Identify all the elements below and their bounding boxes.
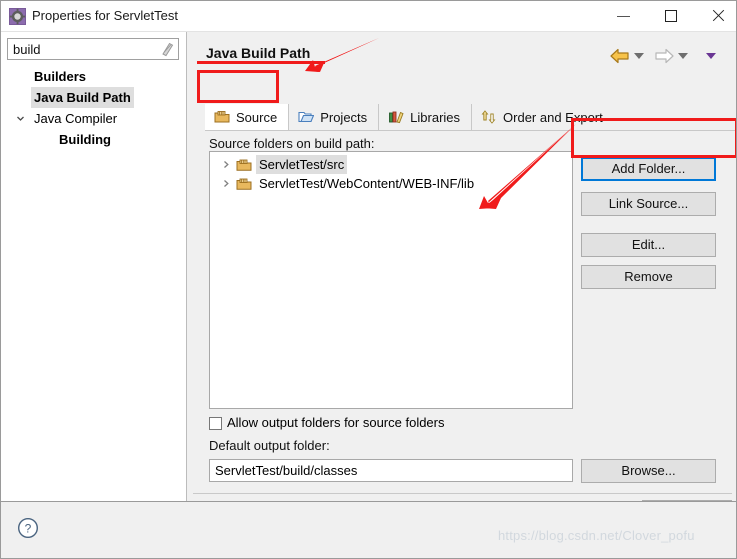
close-icon [711, 9, 725, 23]
expand-chevron-right-icon[interactable] [220, 155, 232, 174]
source-folders-list[interactable]: ServletTest/src ServletTest/WebContent/W… [209, 151, 573, 409]
page-title: Java Build Path [206, 45, 311, 61]
maximize-icon [664, 10, 677, 22]
sidebar-item-java-compiler[interactable]: Java Compiler [1, 108, 187, 129]
minimize-icon [617, 15, 630, 17]
sidebar-item-builders[interactable]: Builders [1, 66, 187, 87]
more-menu-chevron-down-icon[interactable] [706, 53, 716, 59]
sidebar-item-label: Java Build Path [31, 87, 134, 108]
list-item[interactable]: ServletTest/src [210, 155, 572, 174]
checkbox-label: Allow output folders for source folders [227, 415, 445, 430]
list-item[interactable]: ServletTest/WebContent/WEB-INF/lib [210, 174, 572, 193]
link-source-button[interactable]: Link Source... [581, 192, 716, 216]
apply-separator [193, 493, 732, 494]
maximize-button[interactable] [648, 1, 693, 31]
filter-input[interactable]: build [13, 42, 40, 57]
properties-dialog: Properties for ServletTest build Builder… [0, 0, 737, 559]
default-output-folder-label: Default output folder: [209, 438, 330, 453]
svg-text:?: ? [25, 522, 32, 536]
java-build-path-page: Java Build Path Source Projects Librarie… [187, 32, 736, 529]
books-icon [388, 109, 404, 125]
sidebar-item-label: Java Compiler [34, 111, 118, 126]
close-button[interactable] [695, 1, 736, 31]
checkbox-icon[interactable] [209, 417, 222, 430]
page-navigation [610, 46, 730, 68]
tab-projects[interactable]: Projects [289, 104, 380, 130]
tabs-underline [205, 130, 735, 131]
settings-tree: Builders Java Build Path Java Compiler B… [1, 66, 187, 150]
expand-chevron-right-icon[interactable] [220, 174, 232, 193]
browse-button[interactable]: Browse... [581, 459, 716, 483]
add-folder-button[interactable]: Add Folder... [581, 157, 716, 181]
title-bar: Properties for ServletTest [1, 1, 736, 32]
minimize-button[interactable] [601, 1, 646, 31]
source-folders-label: Source folders on build path: [209, 136, 375, 151]
default-output-folder-input[interactable]: ServletTest/build/classes [209, 459, 573, 482]
default-output-folder-value: ServletTest/build/classes [215, 463, 358, 478]
sidebar-item-label: Builders [34, 69, 87, 84]
sidebar-item-label: Building [59, 132, 111, 147]
package-folder-icon [214, 109, 230, 125]
help-question-icon[interactable]: ? [17, 517, 39, 539]
list-item-label: ServletTest/WebContent/WEB-INF/lib [259, 176, 475, 191]
eclipse-properties-icon [9, 8, 26, 25]
order-arrows-icon [481, 109, 497, 125]
remove-button[interactable]: Remove [581, 265, 716, 289]
back-arrow-icon[interactable] [610, 47, 630, 65]
forward-menu-chevron-down-icon[interactable] [678, 53, 688, 59]
edit-button[interactable]: Edit... [581, 233, 716, 257]
package-folder-icon [236, 176, 252, 192]
tab-label: Source [236, 109, 278, 125]
back-menu-chevron-down-icon[interactable] [634, 53, 644, 59]
tab-label: Order and Export [503, 109, 603, 125]
settings-sidebar: build Builders Java Build Path Java Comp… [1, 32, 187, 529]
dialog-footer: ? OK Cancel [1, 501, 736, 558]
tab-libraries[interactable]: Libraries [379, 104, 473, 130]
sidebar-item-java-build-path[interactable]: Java Build Path [1, 87, 187, 108]
list-item-label: ServletTest/src [256, 155, 348, 174]
tab-label: Projects [320, 109, 368, 125]
clear-filter-icon[interactable] [160, 42, 174, 57]
tab-label: Libraries [410, 109, 461, 125]
chevron-down-icon[interactable] [14, 108, 26, 129]
build-path-tabs: Source Projects Libraries Order and Expo… [205, 104, 614, 130]
window-title: Properties for ServletTest [32, 8, 178, 23]
package-folder-icon [236, 157, 252, 173]
forward-arrow-icon[interactable] [654, 47, 674, 65]
sidebar-item-building[interactable]: Building [1, 129, 187, 150]
filter-search-box[interactable]: build [7, 38, 179, 60]
tab-order-and-export[interactable]: Order and Export [472, 104, 614, 130]
open-folder-icon [298, 109, 315, 125]
tab-source[interactable]: Source [205, 104, 290, 130]
